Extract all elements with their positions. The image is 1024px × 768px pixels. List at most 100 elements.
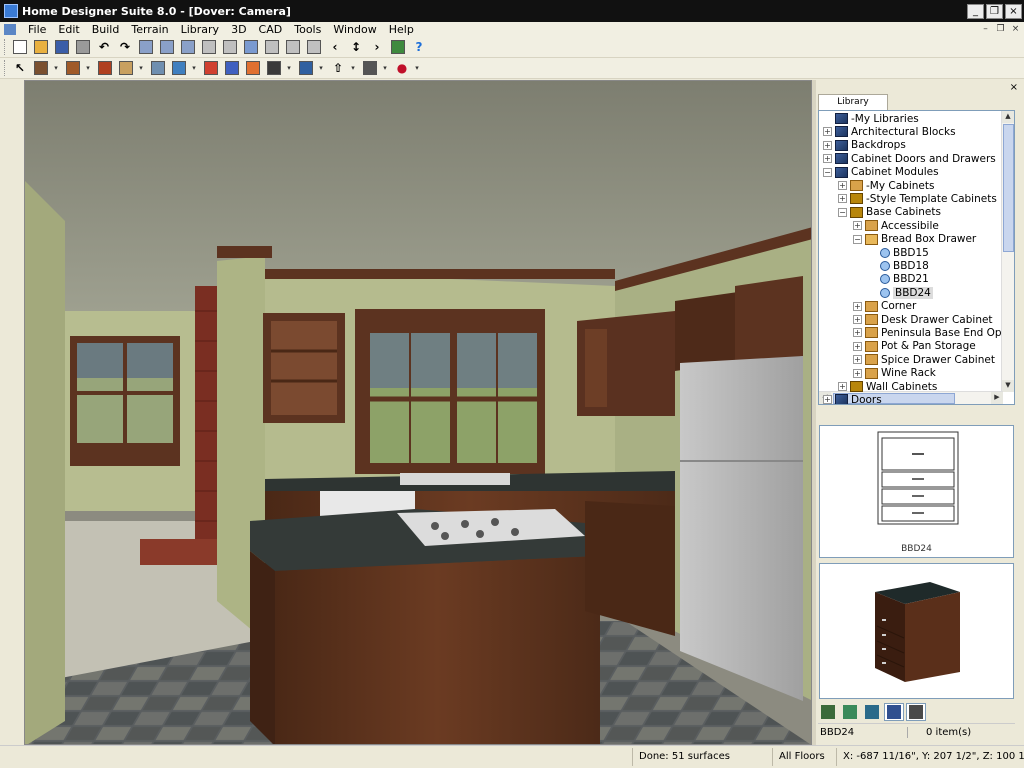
dropdown-arrow-icon[interactable]: ▾ bbox=[413, 64, 421, 72]
transform-button[interactable] bbox=[360, 59, 380, 77]
up-down-button[interactable]: ↕ bbox=[346, 38, 366, 56]
zoom-button[interactable] bbox=[136, 38, 156, 56]
tree-item[interactable]: BBD15 bbox=[868, 246, 929, 259]
restore-button[interactable]: ❐ bbox=[986, 3, 1003, 19]
tree-item[interactable]: BBD21 bbox=[868, 273, 929, 286]
expand-icon[interactable]: + bbox=[838, 194, 847, 204]
expand-icon[interactable]: + bbox=[823, 395, 832, 404]
mdi-restore-button[interactable]: ❐ bbox=[994, 24, 1007, 36]
tree-item[interactable]: + Backdrops bbox=[823, 139, 906, 152]
dropdown-arrow-icon[interactable]: ▾ bbox=[84, 64, 92, 72]
tree-item[interactable]: + Wine Rack bbox=[853, 367, 936, 380]
tree-vertical-scrollbar[interactable]: ▲ ▼ bbox=[1001, 111, 1014, 392]
scroll-down-button[interactable]: ▼ bbox=[1002, 380, 1014, 392]
up-arrow-button[interactable]: ⇧ bbox=[328, 59, 348, 77]
menu-tools[interactable]: Tools bbox=[288, 23, 327, 36]
expand-icon[interactable]: + bbox=[853, 341, 862, 351]
tree-item[interactable]: + Wall Cabinets bbox=[838, 380, 937, 393]
tree-item[interactable]: + -My Cabinets bbox=[838, 179, 934, 192]
forward-button[interactable]: › bbox=[367, 38, 387, 56]
terrain-tool-button[interactable] bbox=[264, 59, 284, 77]
menu-window[interactable]: Window bbox=[327, 23, 382, 36]
tree-item[interactable]: − Base Cabinets bbox=[838, 206, 941, 219]
library-tree[interactable]: ▲ ▼ ◀ ▶ -My Libraries+Architectural Bloc… bbox=[818, 110, 1015, 405]
close-button[interactable]: × bbox=[1005, 3, 1022, 19]
camera-viewport[interactable] bbox=[24, 80, 812, 745]
expand-icon[interactable]: + bbox=[853, 355, 862, 365]
cloud-button[interactable] bbox=[283, 38, 303, 56]
tree-item[interactable]: + Cabinet Doors and Drawers bbox=[823, 152, 996, 165]
catalog-button[interactable] bbox=[862, 703, 882, 721]
zoom-out-button[interactable] bbox=[178, 38, 198, 56]
select-button[interactable]: ↖ bbox=[10, 59, 30, 77]
tree-item[interactable]: + Doors bbox=[823, 393, 882, 404]
dropdown-arrow-icon[interactable]: ▾ bbox=[285, 64, 293, 72]
expand-icon[interactable]: + bbox=[838, 382, 847, 391]
new-button[interactable] bbox=[10, 38, 30, 56]
rainbow-button[interactable] bbox=[243, 59, 263, 77]
document-icon[interactable] bbox=[4, 24, 16, 35]
menu-library[interactable]: Library bbox=[175, 23, 225, 36]
scroll-up-button[interactable]: ▲ bbox=[1002, 111, 1014, 123]
house-tool-button[interactable] bbox=[95, 59, 115, 77]
zoom-in-button[interactable] bbox=[157, 38, 177, 56]
menu-help[interactable]: Help bbox=[383, 23, 420, 36]
paint-tool-button[interactable] bbox=[201, 59, 221, 77]
toolbar-grip[interactable] bbox=[4, 60, 7, 76]
pan-button[interactable] bbox=[262, 38, 282, 56]
expand-icon[interactable]: + bbox=[853, 368, 862, 378]
expand-icon[interactable]: + bbox=[823, 154, 832, 164]
tree-item[interactable]: + Corner bbox=[853, 300, 916, 313]
menu-edit[interactable]: Edit bbox=[52, 23, 85, 36]
cabinet-tool-button[interactable] bbox=[63, 59, 83, 77]
menu-terrain[interactable]: Terrain bbox=[125, 23, 174, 36]
expand-icon[interactable]: + bbox=[853, 301, 862, 311]
place-object-button[interactable] bbox=[818, 703, 838, 721]
scroll-thumb[interactable] bbox=[1003, 124, 1014, 252]
menu-file[interactable]: File bbox=[22, 23, 52, 36]
tree-item[interactable]: BBD18 bbox=[868, 259, 929, 272]
books-button[interactable] bbox=[388, 38, 408, 56]
camera-view-button[interactable] bbox=[169, 59, 189, 77]
tree-item[interactable]: + -Style Template Cabinets bbox=[838, 192, 997, 205]
tree-item[interactable]: -My Libraries bbox=[823, 112, 919, 125]
tree-item[interactable]: − Cabinet Modules bbox=[823, 166, 939, 179]
dropdown-arrow-icon[interactable]: ▾ bbox=[52, 64, 60, 72]
library-arrow-button[interactable] bbox=[304, 38, 324, 56]
mdi-close-button[interactable]: × bbox=[1009, 24, 1022, 36]
zoom-extents-button[interactable] bbox=[220, 38, 240, 56]
tree-item[interactable]: + Accessibile bbox=[853, 219, 939, 232]
dropdown-arrow-icon[interactable]: ▾ bbox=[381, 64, 389, 72]
tree-item[interactable]: + Desk Drawer Cabinet bbox=[853, 313, 993, 326]
expand-icon[interactable]: + bbox=[853, 328, 862, 338]
save-button[interactable] bbox=[52, 38, 72, 56]
undo-button[interactable]: ↶ bbox=[94, 38, 114, 56]
sort-button[interactable] bbox=[906, 703, 926, 721]
open-folder-button[interactable] bbox=[31, 38, 51, 56]
collapse-icon[interactable]: − bbox=[853, 234, 862, 244]
tab-library-browser[interactable]: Library Browser bbox=[818, 94, 888, 122]
print-button[interactable] bbox=[73, 38, 93, 56]
tree-item[interactable]: BBD24 bbox=[868, 286, 933, 299]
expand-icon[interactable]: + bbox=[838, 181, 847, 190]
menu-build[interactable]: Build bbox=[86, 23, 126, 36]
expand-icon[interactable]: + bbox=[823, 140, 832, 150]
expand-icon[interactable]: + bbox=[823, 127, 832, 137]
tree-item[interactable]: + Peninsula Base End Op bbox=[853, 326, 1002, 339]
collapse-icon[interactable]: − bbox=[823, 167, 832, 177]
dropdown-arrow-icon[interactable]: ▾ bbox=[317, 64, 325, 72]
furniture-tool-button[interactable] bbox=[116, 59, 136, 77]
tree-item[interactable]: + Architectural Blocks bbox=[823, 125, 956, 138]
redo-button[interactable]: ↷ bbox=[115, 38, 135, 56]
window-tool-button[interactable] bbox=[31, 59, 51, 77]
dropdown-arrow-icon[interactable]: ▾ bbox=[137, 64, 145, 72]
toolbar-grip[interactable] bbox=[4, 39, 7, 55]
expand-icon[interactable]: + bbox=[853, 221, 862, 231]
help-button[interactable]: ? bbox=[409, 38, 429, 56]
back-button[interactable]: ‹ bbox=[325, 38, 345, 56]
dropdown-arrow-icon[interactable]: ▾ bbox=[190, 64, 198, 72]
dropdown-arrow-icon[interactable]: ▾ bbox=[349, 64, 357, 72]
menu-cad[interactable]: CAD bbox=[253, 23, 289, 36]
fill-window-button[interactable] bbox=[199, 38, 219, 56]
swap-view-button[interactable] bbox=[241, 38, 261, 56]
